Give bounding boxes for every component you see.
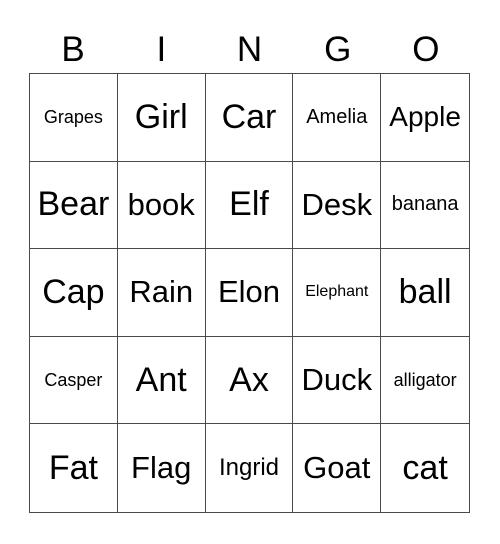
bingo-cell[interactable]: Desk [293, 161, 382, 250]
bingo-cell[interactable]: Ax [205, 336, 294, 425]
header-letter-o: O [412, 30, 440, 69]
bingo-cell[interactable]: ball [381, 249, 469, 337]
bingo-cell[interactable]: Car [205, 74, 294, 162]
bingo-cell[interactable]: Ant [117, 336, 206, 425]
header-letter-g: G [324, 30, 352, 69]
bingo-cell[interactable]: banana [381, 162, 469, 250]
bingo-cell[interactable]: Ingrid [206, 424, 294, 512]
bingo-cell[interactable]: alligator [381, 337, 469, 425]
bingo-grid: Grapes Girl Car Amelia Apple Bear book E… [29, 73, 470, 513]
bingo-cell[interactable]: book [117, 161, 206, 250]
bingo-cell[interactable]: Casper [30, 336, 118, 425]
bingo-cell[interactable]: Elf [205, 161, 294, 250]
bingo-cell[interactable]: Elephant [293, 249, 382, 337]
bingo-cell[interactable]: Fat [30, 424, 118, 512]
bingo-cell[interactable]: Grapes [30, 74, 118, 162]
bingo-cell[interactable]: cat [381, 424, 469, 512]
bingo-cell[interactable]: Apple [381, 74, 469, 162]
bingo-cell[interactable]: Elon [205, 249, 294, 337]
header-letter-n: N [236, 30, 263, 69]
bingo-cell[interactable]: Goat [293, 424, 382, 512]
bingo-cell[interactable]: Rain [117, 249, 206, 337]
bingo-cell[interactable]: Bear [30, 161, 118, 250]
bingo-cell[interactable]: Girl [117, 74, 206, 162]
bingo-cell[interactable]: Duck [293, 336, 382, 425]
bingo-header: B I N G O [29, 28, 470, 72]
header-letter-i: I [156, 30, 167, 69]
bingo-cell[interactable]: Amelia [293, 74, 382, 162]
header-letter-b: B [61, 30, 85, 69]
bingo-cell[interactable]: Flag [118, 424, 206, 512]
bingo-cell[interactable]: Cap [30, 249, 118, 337]
